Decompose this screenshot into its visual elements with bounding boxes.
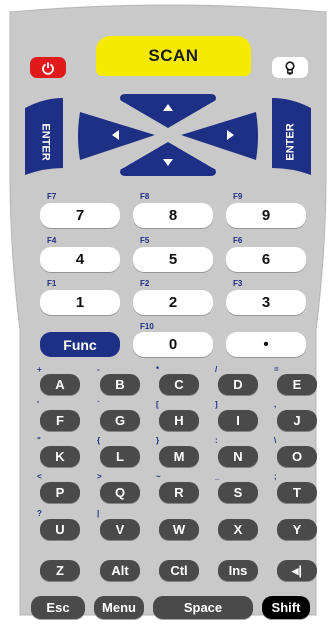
key-u[interactable]: U [40,519,80,540]
key-r[interactable]: R [159,482,199,503]
key-5[interactable]: 5 [133,247,213,272]
space-key[interactable]: Space [153,596,253,619]
key-7[interactable]: 7 [40,203,120,228]
key-ctl[interactable]: Ctl [159,560,199,581]
key-y[interactable]: Y [277,519,317,540]
sym-label-comma: , [274,400,277,409]
sym-label-colon: : [215,436,218,445]
sym-label-quote: " [37,436,41,445]
key-q[interactable]: Q [100,482,140,503]
key-ins[interactable]: Ins [218,560,258,581]
enter-left-label: ENTER [40,123,52,161]
sym-label-semicolon: ; [274,472,277,481]
key-a[interactable]: A [40,374,80,395]
key-alt[interactable]: Alt [100,560,140,581]
sym-label-rbrace: } [156,436,160,445]
sym-label-apostrophe: ' [37,400,39,409]
key-c[interactable]: C [159,374,199,395]
key-z[interactable]: Z [40,560,80,581]
key-i[interactable]: I [218,410,258,431]
key-d[interactable]: D [218,374,258,395]
key-f[interactable]: F [40,410,80,431]
sym-label-rbracket: ] [215,400,218,409]
shift-key[interactable]: Shift [262,596,310,619]
key-n[interactable]: N [218,446,258,467]
key-e[interactable]: E [277,374,317,395]
key-8[interactable]: 8 [133,203,213,228]
key-6[interactable]: 6 [226,247,306,272]
sym-label-question: ? [37,509,42,518]
sym-label-less: < [37,472,42,481]
sym-label-greater: > [97,472,102,481]
enter-right-label: ENTER [285,123,297,161]
key-9[interactable]: 9 [226,203,306,228]
sym-label-underscore: _ [215,472,220,481]
sym-label-slash: / [215,365,218,374]
sym-label-plus: + [37,365,42,374]
key-4[interactable]: 4 [40,247,120,272]
sym-label-star: * [156,365,160,374]
esc-key[interactable]: Esc [31,596,85,619]
sym-label-backslash: \ [274,436,277,445]
fn-label-f6: F6 [233,236,243,245]
key-j[interactable]: J [277,410,317,431]
sym-label-equals: = [274,365,279,374]
key-k[interactable]: K [40,446,80,467]
key-b[interactable]: B [100,374,140,395]
key-2[interactable]: 2 [133,290,213,315]
sym-label-lbracket: [ [156,400,159,409]
key-s[interactable]: S [218,482,258,503]
keypad: SCAN ENTER ENTER F7 F8 F9 7 8 9 F4 F5 F6… [0,0,336,629]
right-key[interactable] [181,112,258,160]
key-dot[interactable]: • [226,332,306,357]
sym-label-tilde: ~ [156,472,161,481]
key-l[interactable]: L [100,446,140,467]
key-0[interactable]: 0 [133,332,213,357]
fn-label-f9: F9 [233,192,243,201]
key-o[interactable]: O [277,446,317,467]
key-p[interactable]: P [40,482,80,503]
fn-label-f7: F7 [47,192,57,201]
sym-label-backtick: ` [97,400,100,409]
fn-label-f2: F2 [140,279,150,288]
sym-label-pipe: | [97,509,100,518]
key-m[interactable]: M [159,446,199,467]
key-3[interactable]: 3 [226,290,306,315]
fn-label-f4: F4 [47,236,57,245]
key-v[interactable]: V [100,519,140,540]
key-t[interactable]: T [277,482,317,503]
key-h[interactable]: H [159,410,199,431]
func-key[interactable]: Func [40,332,120,357]
fn-label-f8: F8 [140,192,150,201]
fn-label-f3: F3 [233,279,243,288]
key-w[interactable]: W [159,519,199,540]
key-1[interactable]: 1 [40,290,120,315]
menu-key[interactable]: Menu [94,596,144,619]
key-g[interactable]: G [100,410,140,431]
fn-label-f10: F10 [140,322,154,331]
fn-label-f5: F5 [140,236,150,245]
key-backspace[interactable]: ◂| [277,560,317,581]
key-x[interactable]: X [218,519,258,540]
fn-label-f1: F1 [47,279,57,288]
sym-label-minus: - [97,365,100,374]
sym-label-lbrace: { [97,436,101,445]
